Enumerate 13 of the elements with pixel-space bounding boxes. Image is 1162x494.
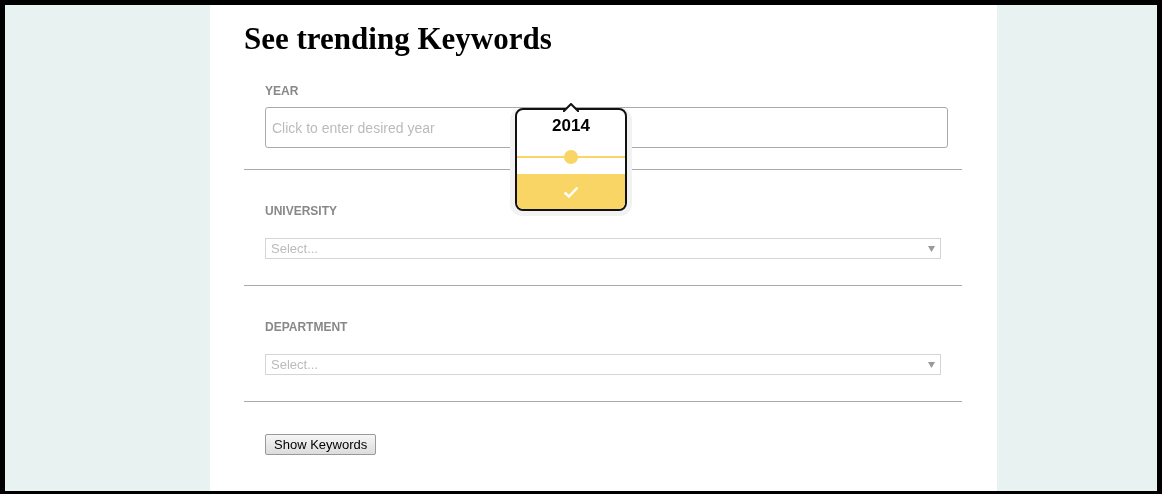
checkmark-icon — [563, 185, 579, 198]
field-label: YEAR — [265, 84, 300, 98]
show-keywords-button[interactable]: Show Keywords — [265, 434, 377, 455]
year-value: 2014 — [551, 115, 591, 137]
field-label: DEPARTMENT — [265, 320, 349, 334]
slider-thumb[interactable] — [564, 150, 578, 164]
page-title: See trending Keywords — [244, 20, 553, 58]
confirm-button[interactable] — [517, 174, 625, 209]
field-label: UNIVERSITY — [265, 204, 338, 218]
dropdown-caret-icon — [928, 361, 935, 368]
dropdown-caret-icon — [928, 245, 935, 252]
select-dropdown[interactable]: Select... — [265, 238, 941, 259]
select-dropdown[interactable]: Select... — [265, 354, 941, 375]
